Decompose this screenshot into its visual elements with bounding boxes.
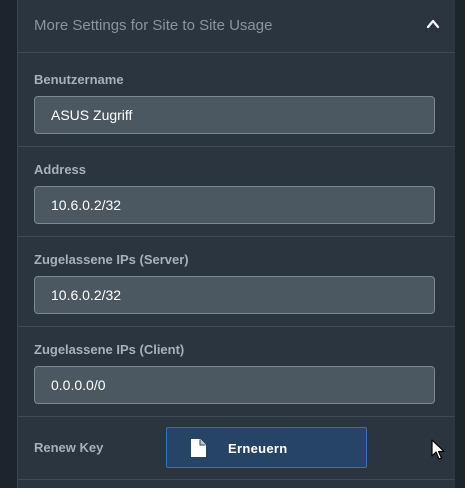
renew-button-label: Erneuern [228,441,288,456]
renew-key-label: Renew Key [34,440,104,455]
allowed-ips-client-label: Zugelassene IPs (Client) [34,342,185,357]
settings-panel: More Settings for Site to Site Usage Ben… [17,0,455,488]
allowed-ips-server-label: Zugelassene IPs (Server) [34,252,189,267]
allowed-ips-client-input[interactable] [34,366,435,404]
mouse-cursor-icon [431,439,445,460]
chevron-up-icon[interactable] [426,17,440,31]
address-input[interactable] [34,186,435,224]
divider [18,236,455,237]
header-title: More Settings for Site to Site Usage [34,17,273,34]
address-label: Address [34,162,87,177]
username-input[interactable] [34,96,435,134]
username-label: Benutzername [34,72,124,87]
collapsible-header[interactable]: More Settings for Site to Site Usage [18,0,455,53]
divider [18,326,455,327]
allowed-ips-server-input[interactable] [34,276,435,314]
document-icon [191,439,206,457]
divider [18,416,455,417]
divider [18,479,455,480]
renew-button[interactable]: Erneuern [166,427,367,468]
divider [18,146,455,147]
